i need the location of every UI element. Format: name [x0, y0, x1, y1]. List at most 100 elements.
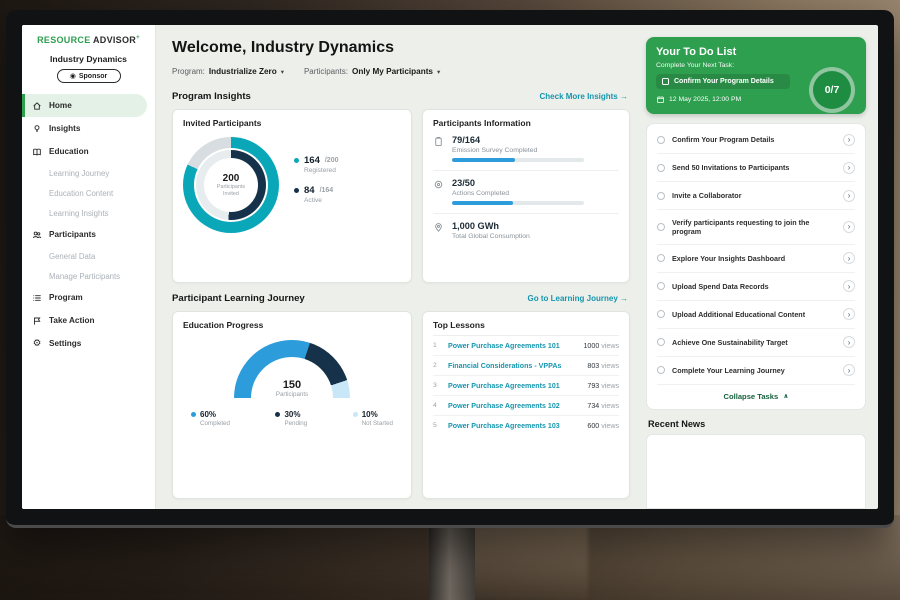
card-title: Education Progress [183, 320, 401, 330]
chevron-right-icon[interactable]: › [843, 190, 855, 202]
program-value: Industrialize Zero [209, 67, 277, 76]
task-checkbox[interactable] [657, 136, 665, 144]
legend-dot-registered [294, 158, 299, 163]
collapse-label: Collapse Tasks [723, 392, 778, 401]
sidebar-item-education-content[interactable]: Education Content [22, 183, 155, 203]
todo-next-task[interactable]: Confirm Your Program Details [656, 74, 790, 89]
recent-news-title: Recent News [648, 419, 864, 429]
monitor: RESOURCE ADVISOR+ Industry Dynamics ◉ Sp… [6, 10, 894, 528]
chevron-right-icon[interactable]: › [843, 221, 855, 233]
task-row-send-invitations[interactable]: Send 50 Invitations to Participants › [657, 154, 855, 182]
task-row-complete-learning-journey[interactable]: Complete Your Learning Journey › [657, 357, 855, 385]
chevron-up-icon: ∧ [783, 392, 788, 400]
task-label: Upload Additional Educational Content [672, 310, 836, 319]
logo-secondary: ADVISOR [93, 35, 136, 45]
book-icon [32, 147, 42, 157]
task-checkbox[interactable] [657, 366, 665, 374]
lesson-title-link[interactable]: Power Purchase Agreements 102 [448, 402, 580, 410]
legend-dot-completed [191, 412, 196, 417]
task-checkbox[interactable] [657, 192, 665, 200]
sidebar-item-insights[interactable]: Insights [22, 117, 155, 140]
stat-actions-completed: 23/50 Actions Completed [433, 171, 619, 214]
go-to-learning-journey-link[interactable]: Go to Learning Journey → [528, 294, 628, 303]
donut-legend: 164 /200 Registered 84 /164 [294, 155, 338, 215]
chevron-right-icon[interactable]: › [843, 134, 855, 146]
checkbox-icon[interactable] [662, 78, 669, 85]
sidebar-item-label: Education [49, 147, 89, 156]
sidebar-item-general-data[interactable]: General Data [22, 246, 155, 266]
chevron-down-icon: ▾ [281, 68, 284, 76]
chevron-right-icon[interactable]: › [843, 364, 855, 376]
participants-dropdown[interactable]: Participants: Only My Participants ▾ [304, 67, 440, 76]
sidebar-item-learning-insights[interactable]: Learning Insights [22, 203, 155, 223]
sidebar-item-take-action[interactable]: Take Action [22, 309, 155, 332]
logo-primary: RESOURCE [37, 35, 90, 45]
bulb-icon [32, 124, 42, 134]
progress-bar-fill [452, 158, 515, 162]
list-icon [32, 293, 42, 303]
task-row-upload-spend-data[interactable]: Upload Spend Data Records › [657, 273, 855, 301]
task-checkbox[interactable] [657, 223, 665, 231]
card-title: Top Lessons [433, 320, 619, 336]
task-checkbox[interactable] [657, 282, 665, 290]
program-dropdown[interactable]: Program: Industrialize Zero ▾ [172, 67, 284, 76]
card-title: Invited Participants [183, 118, 401, 128]
sidebar-item-label: General Data [49, 252, 95, 261]
sidebar-item-settings[interactable]: ⚙ Settings [22, 332, 155, 355]
sidebar-nav: Home Insights Education Learning Journey [22, 94, 155, 355]
sidebar-item-label: Program [49, 293, 83, 302]
task-checkbox[interactable] [657, 338, 665, 346]
lesson-title-link[interactable]: Power Purchase Agreements 101 [448, 382, 580, 390]
arrow-right-icon: → [620, 294, 628, 303]
home-icon [32, 101, 42, 111]
task-row-achieve-target[interactable]: Achieve One Sustainability Target › [657, 329, 855, 357]
chevron-right-icon[interactable]: › [843, 280, 855, 292]
arrow-right-icon: → [620, 92, 628, 101]
sidebar-item-manage-participants[interactable]: Manage Participants [22, 266, 155, 286]
chevron-right-icon[interactable]: › [843, 336, 855, 348]
sponsor-badge[interactable]: ◉ Sponsor [57, 69, 121, 83]
chevron-right-icon[interactable]: › [843, 308, 855, 320]
stat-label: Actions Completed [452, 190, 584, 197]
lesson-title-link[interactable]: Power Purchase Agreements 103 [448, 422, 580, 430]
sidebar-item-label: Manage Participants [49, 272, 120, 281]
stat-label: Total Global Consumption [452, 233, 530, 240]
progress-bar-track [452, 158, 584, 162]
legend-label: Active [304, 197, 338, 204]
lesson-rank: 3 [433, 382, 441, 389]
collapse-tasks-button[interactable]: Collapse Tasks ∧ [657, 385, 855, 406]
task-checkbox[interactable] [657, 164, 665, 172]
sidebar-item-program[interactable]: Program [22, 286, 155, 309]
sponsor-icon: ◉ [70, 73, 76, 80]
sidebar-item-label: Learning Journey [49, 169, 109, 178]
card-title: Participants Information [433, 118, 619, 128]
task-row-invite-collaborator[interactable]: Invite a Collaborator › [657, 182, 855, 210]
lesson-views-word: views [601, 402, 619, 410]
progress-bar-fill [452, 201, 513, 205]
task-label: Complete Your Learning Journey [672, 366, 836, 375]
monitor-stand [429, 527, 475, 600]
photo-background: RESOURCE ADVISOR+ Industry Dynamics ◉ Sp… [0, 0, 900, 600]
lesson-title-link[interactable]: Financial Considerations - VPPAs [448, 362, 580, 370]
invited-participants-card: Invited Participants 200 Participants In… [172, 109, 412, 283]
task-checkbox[interactable] [657, 254, 665, 262]
lesson-rank: 1 [433, 342, 441, 349]
gauge-center-value: 150 [234, 379, 350, 391]
lesson-views-value: 1000 [583, 342, 599, 350]
todo-summary-card: Your To Do List Complete Your Next Task:… [646, 37, 866, 114]
legend-not-started: 10% Not Started [353, 410, 393, 427]
chevron-right-icon[interactable]: › [843, 162, 855, 174]
task-row-upload-educational-content[interactable]: Upload Additional Educational Content › [657, 301, 855, 329]
sidebar-item-education[interactable]: Education [22, 140, 155, 163]
sidebar-item-participants[interactable]: Participants [22, 223, 155, 246]
sidebar-item-home[interactable]: Home [22, 94, 147, 117]
task-row-explore-insights[interactable]: Explore Your Insights Dashboard › [657, 245, 855, 273]
task-row-confirm-program[interactable]: Confirm Your Program Details › [657, 126, 855, 154]
lesson-title-link[interactable]: Power Purchase Agreements 101 [448, 342, 576, 350]
chevron-right-icon[interactable]: › [843, 252, 855, 264]
task-row-verify-participants[interactable]: Verify participants requesting to join t… [657, 210, 855, 245]
sidebar-item-learning-journey[interactable]: Learning Journey [22, 163, 155, 183]
app-logo: RESOURCE ADVISOR+ [22, 35, 155, 45]
check-more-insights-link[interactable]: Check More Insights → [540, 92, 628, 101]
task-checkbox[interactable] [657, 310, 665, 318]
